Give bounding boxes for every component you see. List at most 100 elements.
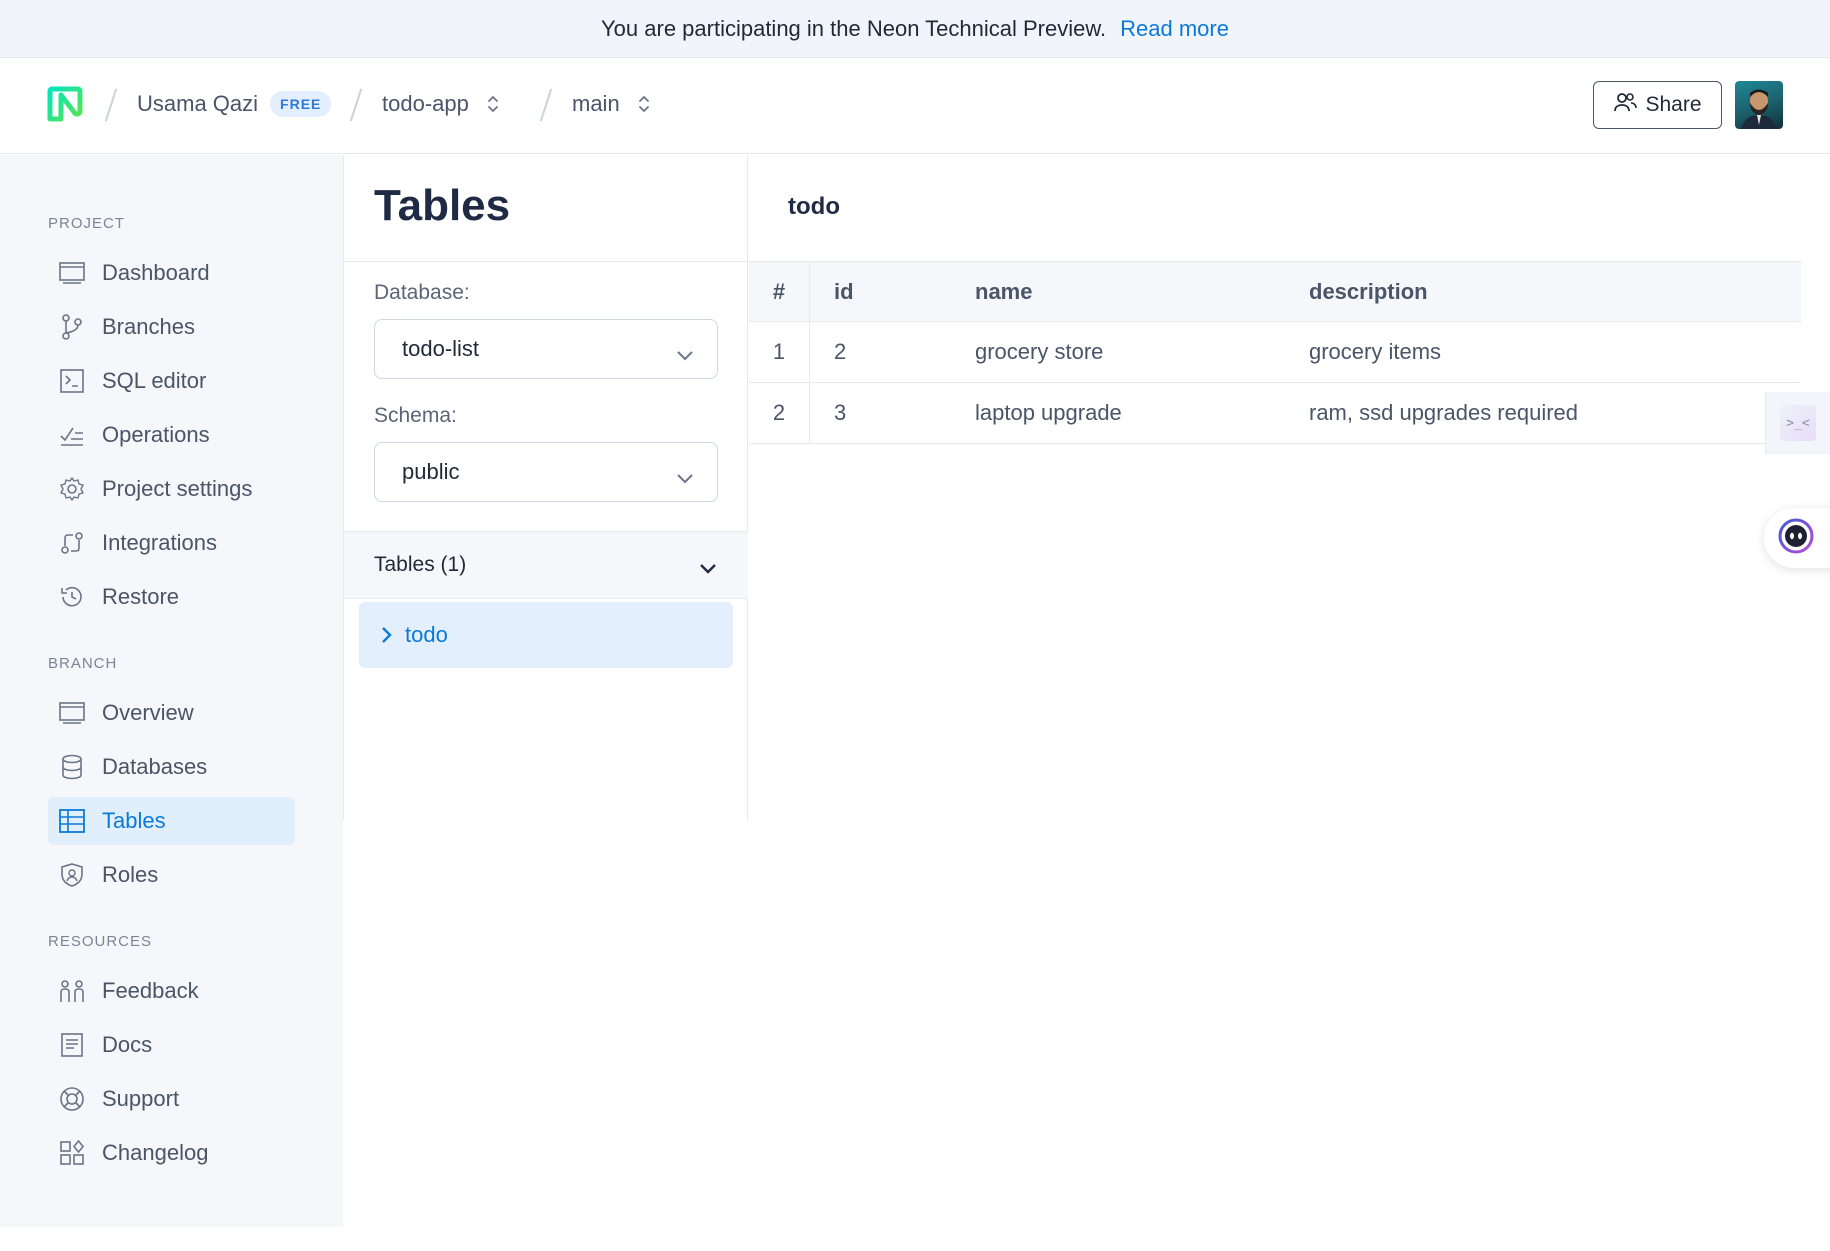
tables-count-label: Tables (1) [374,553,467,576]
database-select[interactable]: todo-list [374,319,718,379]
sidebar-item-project-settings[interactable]: Project settings [48,465,295,513]
breadcrumb-separator [539,88,553,122]
tables-list-header[interactable]: Tables (1) [344,531,748,599]
branch-switcher[interactable]: main [572,86,650,122]
table-icon [58,807,86,835]
chevron-updown-icon [487,93,499,115]
table-header-row: # id name description [749,261,1801,322]
terminal-icon: >_< [1780,405,1816,441]
avatar[interactable] [1735,81,1783,129]
breadcrumb-separator [349,88,363,122]
row-number: 1 [749,322,810,382]
users-icon [1613,91,1638,119]
project-switcher[interactable]: todo-app [382,86,499,122]
breadcrumb-separator [104,88,118,122]
tables-panel: Tables Database: todo-list Schema: publi… [343,155,748,820]
sidebar-item-label: Databases [102,754,208,779]
table-name: todo [405,622,448,647]
assistant-icon [1778,518,1814,559]
banner-text: You are participating in the Neon Techni… [601,15,1107,41]
changelog-icon [58,1139,86,1167]
sidebar: PROJECT Dashboard Branches SQL editor Op… [0,155,343,1227]
column-header[interactable]: id [810,279,975,305]
sidebar-item-overview[interactable]: Overview [48,689,295,737]
support-icon [58,1085,86,1113]
database-value: todo-list [402,336,480,361]
sidebar-item-label: Branches [102,314,195,339]
sidebar-item-label: Docs [102,1032,153,1057]
roles-icon [58,861,86,889]
schema-select[interactable]: public [374,442,718,502]
breadcrumb-user[interactable]: Usama Qazi FREE [137,86,332,122]
sidebar-item-label: Support [102,1086,180,1111]
sidebar-item-changelog[interactable]: Changelog [48,1129,295,1177]
sidebar-item-restore[interactable]: Restore [48,573,295,621]
table-cell[interactable]: grocery store [975,339,1309,365]
divider [344,261,748,262]
plan-badge: FREE [270,91,332,117]
section-label-project: PROJECT [48,215,126,232]
sidebar-item-label: SQL editor [102,368,207,393]
sidebar-item-databases[interactable]: Databases [48,743,295,791]
row-number: 2 [749,383,810,443]
chevron-down-icon [675,342,695,368]
table-row[interactable]: 1 2 grocery store grocery items [749,322,1801,383]
table-cell[interactable]: grocery items [1309,339,1801,365]
user-name: Usama Qazi [137,91,259,116]
section-label-branch: BRANCH [48,655,118,672]
sidebar-item-label: Restore [102,584,180,609]
column-header[interactable]: name [975,279,1309,305]
sidebar-item-feedback[interactable]: Feedback [48,967,295,1015]
sidebar-item-label: Integrations [102,530,217,555]
top-header: Usama Qazi FREE todo-app main Share [0,58,1830,154]
table-cell[interactable]: laptop upgrade [975,400,1309,426]
share-label: Share [1645,93,1702,116]
sidebar-item-branches[interactable]: Branches [48,303,295,351]
sidebar-item-label: Changelog [102,1140,209,1165]
branches-icon [58,313,86,341]
sidebar-item-support[interactable]: Support [48,1075,295,1123]
schema-label: Schema: [374,404,457,427]
table-row[interactable]: 2 3 laptop upgrade ram, ssd upgrades req… [749,383,1801,444]
table-view: todo # id name description 1 2 grocery s… [749,155,1830,1227]
table-title: todo [788,193,840,220]
read-more-link[interactable]: Read more [1120,16,1229,42]
sidebar-item-sql-editor[interactable]: SQL editor [48,357,295,405]
sidebar-item-operations[interactable]: Operations [48,411,295,459]
section-label-resources: RESOURCES [48,933,153,950]
neon-logo-icon[interactable] [47,86,83,122]
sidebar-item-label: Tables [102,808,166,833]
table-cell[interactable]: 3 [810,400,975,426]
project-name: todo-app [382,91,469,116]
sidebar-item-label: Dashboard [102,260,210,285]
page-title: Tables [374,181,511,230]
database-label: Database: [374,281,470,304]
column-header: # [749,262,810,321]
sidebar-item-label: Roles [102,862,159,887]
overview-icon [58,699,86,727]
sidebar-item-dashboard[interactable]: Dashboard [48,249,295,297]
assistant-bubble[interactable] [1764,508,1830,568]
operations-icon [58,421,86,449]
sidebar-item-roles[interactable]: Roles [48,851,295,899]
table-cell[interactable]: ram, ssd upgrades required [1309,400,1801,426]
feedback-icon [58,977,86,1005]
sql-editor-icon [58,367,86,395]
restore-icon [58,583,86,611]
chevron-right-icon [379,625,393,645]
side-panel-toggle[interactable]: >_< [1765,392,1830,454]
sidebar-item-docs[interactable]: Docs [48,1021,295,1069]
table-cell[interactable]: 2 [810,339,975,365]
data-grid: # id name description 1 2 grocery store … [749,261,1801,444]
sidebar-item-label: Operations [102,422,210,447]
table-list-item-todo[interactable]: todo [359,602,733,668]
branch-name: main [572,91,620,116]
sidebar-item-integrations[interactable]: Integrations [48,519,295,567]
share-button[interactable]: Share [1593,81,1722,129]
sidebar-item-tables[interactable]: Tables [48,797,295,845]
dashboard-icon [58,259,86,287]
column-header[interactable]: description [1309,279,1801,305]
schema-value: public [402,459,460,484]
sidebar-item-label: Feedback [102,978,199,1003]
sidebar-item-label: Project settings [102,476,253,501]
